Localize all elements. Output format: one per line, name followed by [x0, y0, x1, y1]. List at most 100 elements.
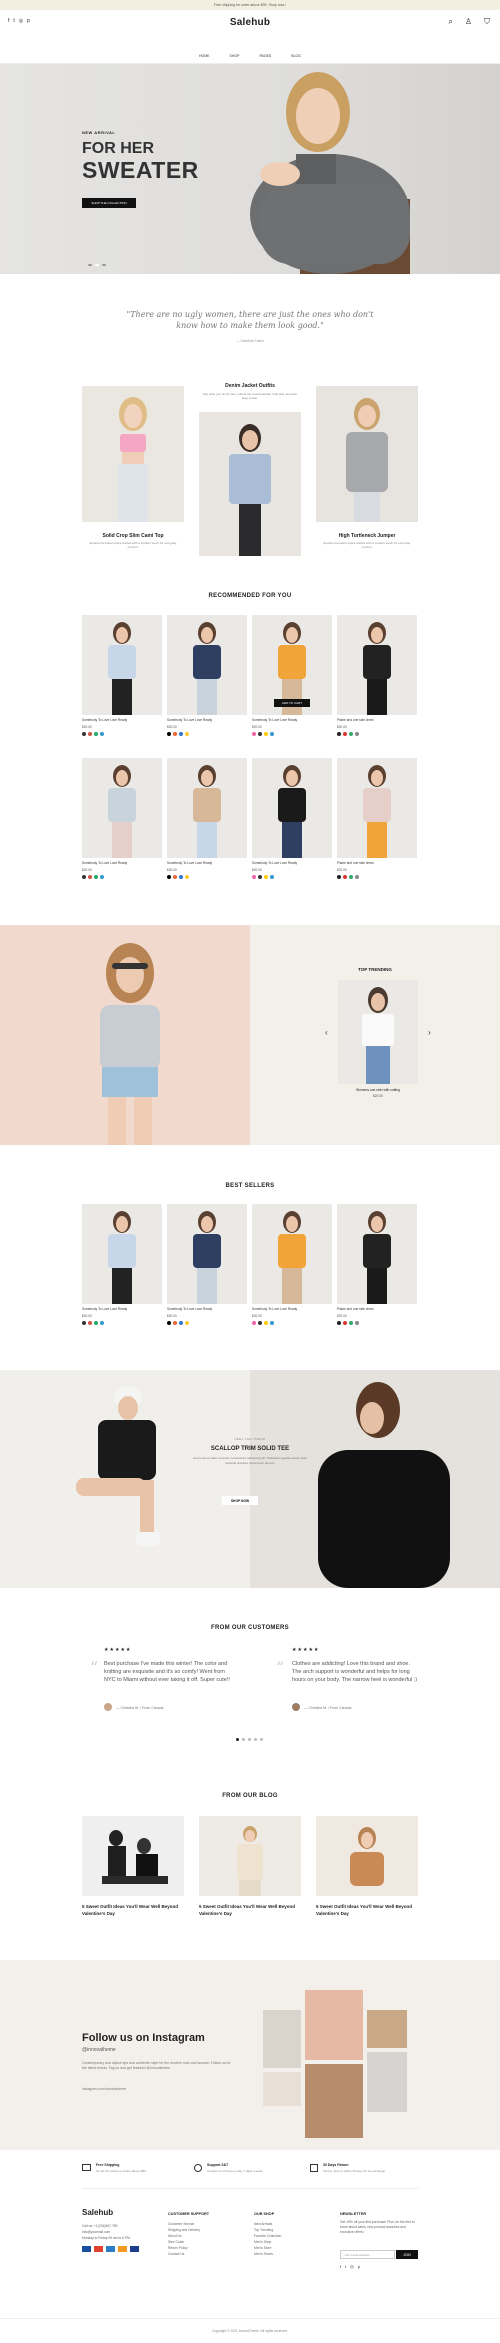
footer-link[interactable]: Size Guide [168, 2240, 184, 2244]
product-image[interactable] [82, 758, 162, 858]
product-name[interactable]: Plaine and one side chest [337, 718, 374, 722]
instagram-photo[interactable] [367, 2010, 407, 2048]
footer-link[interactable]: New Arrivals [254, 2222, 272, 2226]
color-swatch[interactable] [100, 732, 104, 736]
product-name[interactable]: Somebody To Love Love Ready [252, 1307, 297, 1311]
color-swatch[interactable] [349, 875, 353, 879]
color-swatch[interactable] [185, 1321, 189, 1325]
color-swatch[interactable] [337, 732, 341, 736]
color-swatch[interactable] [349, 1321, 353, 1325]
color-swatch[interactable] [252, 875, 256, 879]
search-icon[interactable]: ⌕ [448, 17, 452, 27]
newsletter-email-input[interactable]: Your email address [340, 2250, 395, 2259]
footer-link[interactable]: Men's Shoes [254, 2252, 273, 2256]
color-swatch[interactable] [258, 1321, 262, 1325]
product-name[interactable]: Plaine and one side chest [337, 861, 374, 865]
trending-product-image[interactable] [338, 980, 418, 1084]
product-image[interactable] [252, 758, 332, 858]
product-card[interactable]: Somebody To Love Love Ready $20.00 [82, 758, 162, 891]
footer-link[interactable]: Men's Shop [254, 2240, 271, 2244]
product-card[interactable]: Plaine and one side chest $20.00 [337, 615, 417, 748]
instagram-link[interactable]: instagram.com/innovatheme [82, 2087, 126, 2091]
footer-link[interactable]: About Us [168, 2234, 182, 2238]
product-name[interactable]: Somebody To Love Love Ready [82, 861, 127, 865]
color-swatch[interactable] [270, 1321, 274, 1325]
color-swatch[interactable] [88, 732, 92, 736]
product-card[interactable]: Plaine and one side chest $20.00 [337, 1204, 417, 1337]
footer-link[interactable]: Shipping and Delivery [168, 2228, 200, 2232]
color-swatch[interactable] [94, 732, 98, 736]
newsletter-join-button[interactable]: JOIN [396, 2250, 418, 2259]
color-swatch[interactable] [82, 1321, 86, 1325]
product-name[interactable]: Somebody To Love Love Ready [252, 718, 297, 722]
product-name[interactable]: Somebody To Love Love Ready [82, 1307, 127, 1311]
color-swatch[interactable] [173, 1321, 177, 1325]
shop-collection-button[interactable]: SHOP THE COLLECTION [82, 198, 136, 208]
color-swatch[interactable] [100, 1321, 104, 1325]
color-swatch[interactable] [94, 875, 98, 879]
product-image[interactable] [82, 1204, 162, 1304]
instagram-icon[interactable]: ◎ [350, 2264, 354, 2269]
promo-shop-button[interactable]: SHOP NOW [222, 1496, 258, 1505]
color-swatch[interactable] [167, 732, 171, 736]
instagram-photo[interactable] [305, 1990, 363, 2060]
footer-logo[interactable]: Salehub [82, 2208, 113, 2217]
color-swatch[interactable] [167, 1321, 171, 1325]
product-card[interactable]: Somebody To Love Love Ready $20.00 [167, 1204, 247, 1337]
color-swatch[interactable] [252, 1321, 256, 1325]
color-swatch[interactable] [258, 875, 262, 879]
product-card[interactable]: Somebody To Love Love Ready $20.00 [252, 1204, 332, 1337]
color-swatch[interactable] [173, 732, 177, 736]
twitter-icon[interactable]: t [345, 2264, 346, 2269]
color-swatch[interactable] [167, 875, 171, 879]
nav-blog[interactable]: BLOG [291, 54, 301, 58]
footer-link[interactable]: Contact Us [168, 2252, 184, 2256]
product-image[interactable] [337, 615, 417, 715]
color-swatch[interactable] [82, 875, 86, 879]
product-image[interactable] [337, 758, 417, 858]
blog-image[interactable] [316, 1816, 418, 1896]
lookbook-image-left[interactable] [82, 386, 184, 522]
product-image[interactable] [167, 615, 247, 715]
blog-post-title[interactable]: 5 Sweet Outfit Ideas You'll Wear Well Be… [199, 1903, 301, 1917]
review-dot[interactable] [254, 1738, 257, 1741]
product-image[interactable] [337, 1204, 417, 1304]
color-swatch[interactable] [88, 1321, 92, 1325]
product-image[interactable] [167, 1204, 247, 1304]
color-swatch[interactable] [337, 875, 341, 879]
trending-product-name[interactable]: Womens one shirt with cutting [330, 1088, 426, 1092]
footer-link[interactable]: Customer Service [168, 2222, 194, 2226]
lookbook-image-right[interactable] [316, 386, 418, 522]
color-swatch[interactable] [179, 732, 183, 736]
product-name[interactable]: Somebody To Love Love Ready [82, 718, 127, 722]
color-swatch[interactable] [264, 1321, 268, 1325]
product-name[interactable]: Plaine and one side chest [337, 1307, 374, 1311]
product-card[interactable]: Plaine and one side chest $20.00 [337, 758, 417, 891]
instagram-photo[interactable] [263, 2010, 301, 2068]
cart-icon[interactable]: ⛉ [484, 17, 490, 27]
lookbook-right-title[interactable]: High Turtleneck Jumper [316, 533, 418, 539]
color-swatch[interactable] [173, 875, 177, 879]
product-name[interactable]: Somebody To Love Love Ready [167, 1307, 212, 1311]
nav-shop[interactable]: SHOP [230, 54, 240, 58]
lookbook-center-title[interactable]: Denim Jacket Outfits [200, 383, 300, 389]
trending-prev-arrow[interactable]: ‹ [325, 1028, 328, 1037]
blog-image[interactable] [199, 1816, 301, 1896]
instagram-photo[interactable] [263, 2072, 301, 2106]
hero-dot-active[interactable] [95, 264, 99, 266]
trending-next-arrow[interactable]: › [428, 1028, 431, 1037]
instagram-handle[interactable]: @innovatheme [82, 2047, 116, 2053]
hero-dot[interactable] [102, 264, 106, 266]
nav-pages[interactable]: PAGES [259, 54, 271, 58]
add-to-cart-button[interactable]: ADD TO CART [274, 699, 310, 707]
color-swatch[interactable] [349, 732, 353, 736]
color-swatch[interactable] [264, 875, 268, 879]
blog-post-title[interactable]: 5 Sweet Outfit Ideas You'll Wear Well Be… [82, 1903, 184, 1917]
color-swatch[interactable] [179, 875, 183, 879]
blog-post-title[interactable]: 5 Sweet Outfit Ideas You'll Wear Well Be… [316, 1903, 418, 1917]
blog-image[interactable] [82, 1816, 184, 1896]
color-swatch[interactable] [264, 732, 268, 736]
product-name[interactable]: Somebody To Love Love Ready [167, 861, 212, 865]
color-swatch[interactable] [252, 732, 256, 736]
color-swatch[interactable] [94, 1321, 98, 1325]
